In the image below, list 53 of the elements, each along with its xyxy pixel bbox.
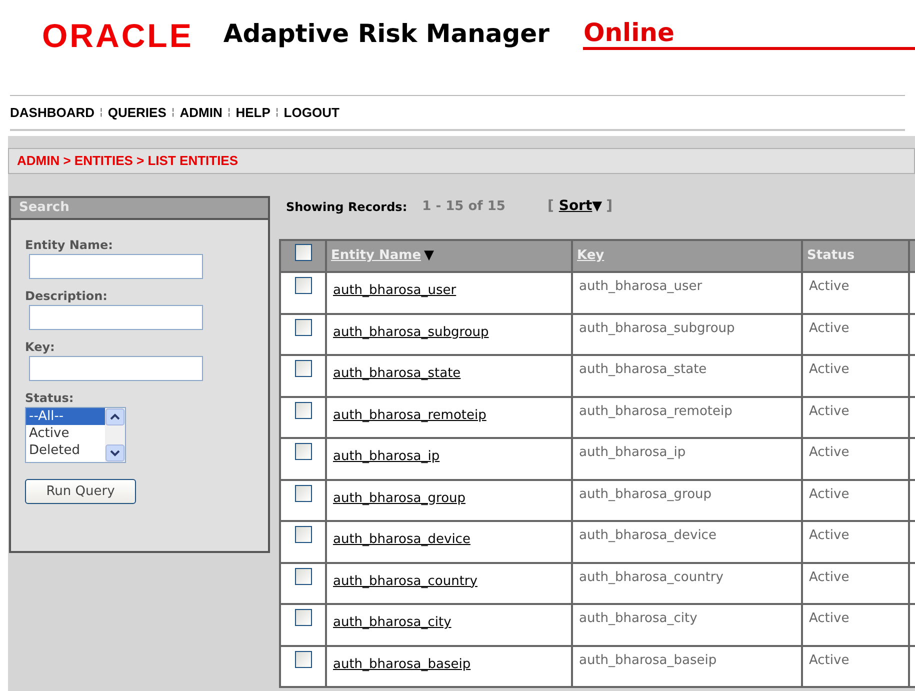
column-header[interactable]: Entity Name ▼ [326,240,572,272]
checkbox[interactable] [294,318,312,336]
field-label: Entity Name: [25,237,114,254]
checkbox[interactable] [294,360,312,377]
oracle-logo: ORACLE [42,19,194,52]
product-title: Adaptive Risk Manager [223,21,550,46]
checkbox[interactable] [294,526,312,543]
text-field[interactable] [29,356,203,381]
entity-link[interactable]: auth_bharosa_user [333,283,456,298]
listbox-option[interactable]: Deleted [26,442,105,459]
table-cell: Active [802,646,909,687]
checkbox[interactable] [294,443,312,460]
nav-separator: ¦ [100,106,103,120]
scroll-up-icon[interactable] [105,408,125,426]
sort-arrow[interactable]: ▼ [592,196,602,216]
sort-link[interactable]: Sort [558,196,592,217]
entity-link[interactable]: auth_bharosa_ip [333,449,440,464]
listbox-option[interactable]: Active [26,425,105,442]
run-query-button[interactable]: Run Query [25,479,136,504]
field-label: Description: [25,288,108,305]
nav-link[interactable]: HELP [236,102,270,122]
entity-link[interactable]: auth_bharosa_group [333,490,466,506]
checkbox[interactable] [294,650,312,668]
text-field[interactable] [29,254,203,279]
field-label: Status: [25,390,75,407]
text-field[interactable] [29,305,203,330]
breadcrumb: ADMIN > ENTITIES > LIST ENTITIES [17,152,238,170]
listbox-option[interactable]: --All-- [26,408,105,425]
checkbox[interactable] [294,484,312,502]
status-listbox[interactable]: --All-- Active Deleted [25,407,126,463]
table-cell: auth_bharosa_baseip [572,646,802,687]
checkbox[interactable] [294,568,312,584]
field-label: Key: [25,339,56,356]
edition-label: Online [583,20,676,45]
scroll-down-icon[interactable] [105,444,125,462]
nav-separator: ¦ [171,106,175,120]
nav-link[interactable]: LOGOUT [284,102,340,122]
nav-separator: ¦ [275,106,279,120]
checkbox[interactable] [294,277,312,294]
nav-link[interactable]: ADMIN [180,102,222,122]
entity-link[interactable]: auth_bharosa_city [333,615,452,630]
nav-separator: ¦ [227,106,231,120]
records-label: Showing Records: [286,198,408,216]
records-range: 1 - 15 of 15 [422,198,506,216]
checkbox[interactable] [294,402,312,418]
nav-link[interactable]: QUERIES [108,102,166,122]
checkbox[interactable] [294,244,312,261]
checkbox[interactable] [294,609,312,626]
bracket: [ [547,197,554,216]
search-header: Search [11,198,268,220]
nav-link[interactable]: DASHBOARD [10,102,94,122]
entity-link[interactable]: auth_bharosa_state [333,366,461,381]
bracket: ] [606,197,613,216]
